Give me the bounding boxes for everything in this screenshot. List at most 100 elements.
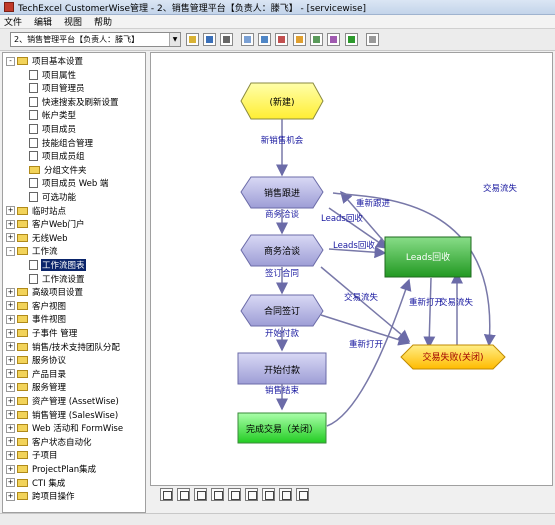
document-icon [29, 192, 38, 202]
expand-icon[interactable]: + [6, 287, 15, 297]
help-icon[interactable] [366, 33, 379, 46]
tree-item[interactable]: 项目管理员 [29, 82, 86, 94]
tree-item[interactable]: 项目成员 [29, 123, 77, 135]
tile-icon[interactable] [275, 33, 288, 46]
node-follow-label[interactable]: 销售跟进 [264, 187, 300, 199]
tree-item[interactable]: + CTI 集成 [6, 477, 66, 489]
pointer-icon[interactable] [160, 488, 173, 501]
expand-icon[interactable]: + [6, 410, 15, 420]
tree-item[interactable]: + 高级项目设置 [6, 286, 84, 298]
collapse-icon[interactable]: - [6, 246, 15, 256]
expand-icon[interactable]: + [6, 478, 15, 488]
menu-file[interactable]: 文件 [4, 15, 22, 28]
folder-icon [17, 220, 28, 229]
tree-item[interactable]: + 客户视图 [6, 300, 67, 312]
wmf-icon[interactable] [279, 488, 292, 501]
expand-icon[interactable]: + [6, 437, 15, 447]
folder-icon [17, 492, 28, 501]
tree-item[interactable]: + 客户Web门户 [6, 218, 86, 230]
open-icon[interactable] [186, 33, 199, 46]
tree-item[interactable]: + 客户状态自动化 [6, 436, 93, 448]
document-icon [29, 96, 38, 107]
expand-icon[interactable]: + [6, 206, 15, 216]
node-negotiate-label[interactable]: 商务洽谈 [264, 245, 300, 257]
collapse-icon[interactable]: - [6, 56, 15, 66]
save-icon[interactable] [203, 33, 216, 46]
tree-item[interactable]: 项目属性 [29, 69, 77, 81]
tree-item[interactable]: + 销售/技术支持团队分配 [6, 341, 121, 353]
workflow-canvas[interactable]: (新建) 销售跟进 商务洽谈 合同签订 开始付款 完成交易（关闭） Leads回… [150, 52, 553, 486]
node-leads-label[interactable]: Leads回收 [406, 251, 450, 263]
expand-icon[interactable]: + [6, 396, 15, 406]
tree-item[interactable]: + 资产管理 (AssetWise) [6, 395, 120, 407]
expand-icon[interactable]: + [6, 314, 15, 324]
menu-edit[interactable]: 编辑 [34, 15, 52, 28]
tree-item[interactable]: - 项目基本设置 [6, 55, 84, 67]
window-icon[interactable] [258, 33, 271, 46]
tree-item-label: 服务管理 [32, 383, 67, 394]
expand-icon[interactable]: + [6, 301, 15, 311]
chart-icon[interactable] [345, 33, 358, 46]
menu-view[interactable]: 视图 [64, 15, 82, 28]
expand-icon[interactable]: + [6, 342, 15, 352]
tree-item[interactable]: + 服务协议 [6, 354, 67, 366]
tree-item[interactable]: + 临时站点 [6, 205, 67, 217]
tree-item[interactable]: + 销售管理 (SalesWise) [6, 409, 119, 421]
node-fail-label[interactable]: 交易失败(关闭) [422, 351, 483, 363]
expand-icon[interactable]: + [6, 233, 15, 243]
users-icon[interactable] [293, 33, 306, 46]
tree-item[interactable]: 工作流设置 [29, 273, 86, 285]
node-new-label[interactable]: (新建) [269, 96, 294, 108]
print-preview-icon[interactable] [241, 33, 254, 46]
node-contract-label[interactable]: 合同签订 [264, 305, 300, 317]
image-icon[interactable] [245, 488, 258, 501]
tree-item[interactable]: 快速搜索及刷新设置 [29, 96, 120, 108]
tree-item[interactable]: + 服务管理 [6, 381, 67, 393]
project-select[interactable]: 2、销售管理平台【负责人：滕飞】 ▼ [10, 32, 181, 47]
expand-icon[interactable]: + [6, 355, 15, 365]
zoom-in-icon[interactable] [194, 488, 207, 501]
search-icon[interactable] [310, 33, 323, 46]
tree-item-label: 项目成员组 [42, 152, 85, 163]
tree-item[interactable]: + 子事件 管理 [6, 327, 78, 339]
tree-item[interactable]: 项目成员 Web 端 [29, 177, 109, 189]
zoom-fit-icon[interactable] [211, 488, 224, 501]
tree-item[interactable]: 技能组合管理 [29, 137, 94, 149]
folder-icon [17, 233, 28, 242]
expand-icon[interactable]: + [6, 369, 15, 379]
expand-icon[interactable]: + [6, 450, 15, 460]
tree-item[interactable]: + ProjectPlan集成 [6, 463, 97, 475]
expand-icon[interactable]: + [6, 491, 15, 501]
tree-item[interactable]: + 子项目 [6, 449, 59, 461]
menu-help[interactable]: 帮助 [94, 15, 112, 28]
expand-icon[interactable]: + [6, 464, 15, 474]
chevron-down-icon[interactable]: ▼ [169, 33, 180, 46]
zoom-out-icon[interactable] [177, 488, 190, 501]
tree-item-label: 项目基本设置 [32, 57, 84, 67]
expand-icon[interactable]: + [6, 423, 15, 433]
tree-item[interactable]: + 产品目录 [6, 368, 67, 380]
tree-item-label: 产品目录 [32, 369, 67, 380]
tree-item-label: 帐户类型 [42, 111, 77, 122]
grid-icon[interactable] [296, 488, 309, 501]
expand-icon[interactable]: + [6, 219, 15, 229]
tree-item[interactable]: 帐户类型 [29, 109, 77, 121]
tree-item[interactable]: 项目成员组 [29, 150, 86, 162]
print-icon[interactable] [220, 33, 233, 46]
tree-item[interactable]: + Web 活动和 FormWise [6, 422, 124, 434]
tools-icon[interactable] [327, 33, 340, 46]
tree-item[interactable]: 分组文件夹 [29, 164, 88, 176]
node-invoice-label[interactable]: 开始付款 [264, 364, 300, 376]
expand-icon[interactable]: + [6, 382, 15, 392]
node-done-label[interactable]: 完成交易（关闭） [246, 423, 318, 435]
tree-item[interactable]: + 无线Web [6, 232, 69, 244]
tree-item[interactable]: - 工作流 [6, 245, 59, 257]
tree-item[interactable]: 工作流图表 [29, 259, 86, 271]
folder-icon [17, 315, 28, 324]
layout-icon[interactable] [228, 488, 241, 501]
export-icon[interactable] [262, 488, 275, 501]
expand-icon[interactable]: + [6, 328, 15, 338]
tree-item[interactable]: + 事件视图 [6, 313, 67, 325]
tree-item[interactable]: + 跨项目操作 [6, 490, 76, 502]
tree-item[interactable]: 可选功能 [29, 191, 77, 203]
